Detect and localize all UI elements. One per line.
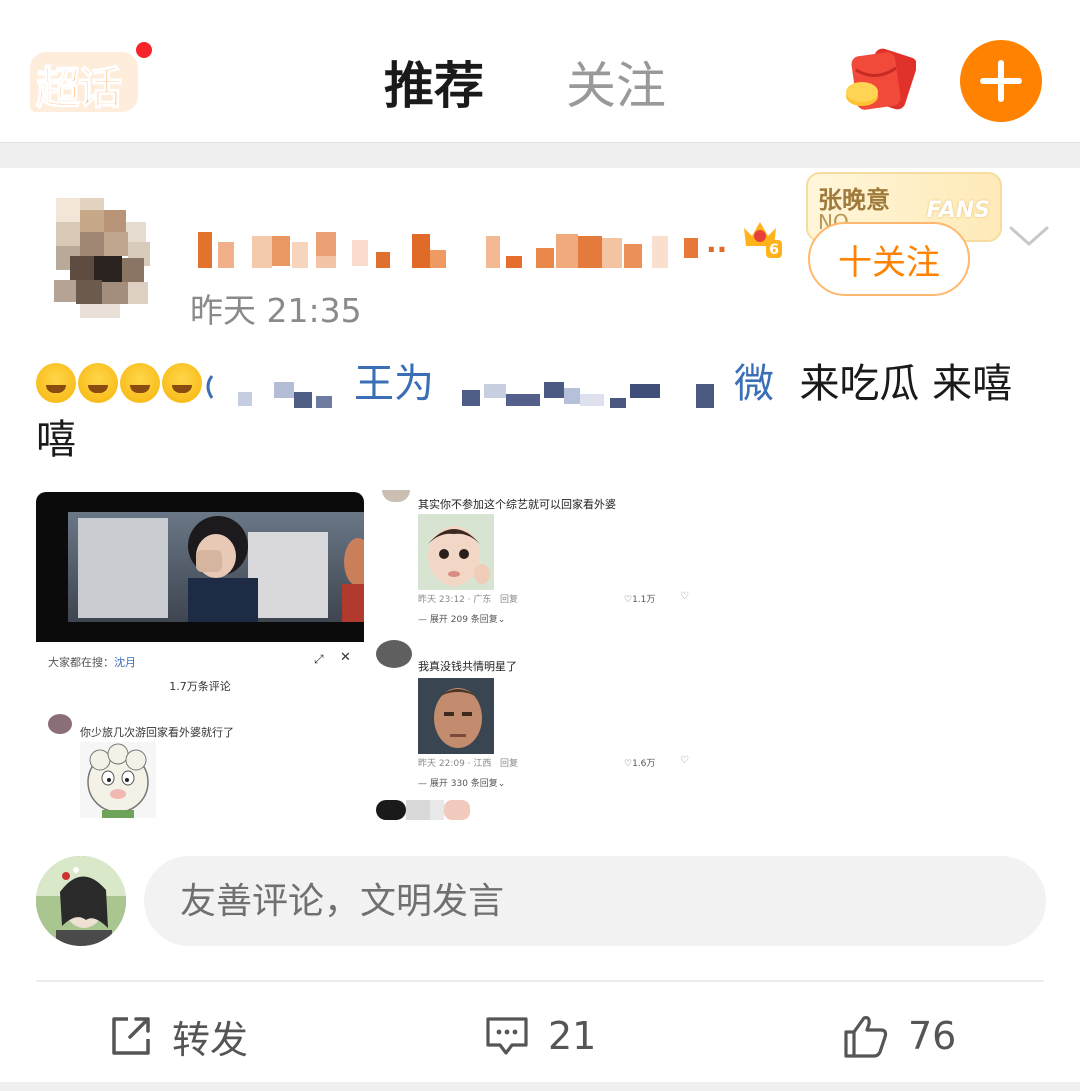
repost-button[interactable]: 转发 (108, 1008, 248, 1064)
author-name-ellipsis: .. (706, 226, 728, 259)
laugh-cry-emoji-icon (162, 363, 202, 403)
man-face-sticker (418, 678, 494, 754)
author-name-blurred[interactable] (196, 228, 736, 270)
tab-active-indicator (382, 115, 494, 128)
blurred-topic-text (206, 375, 332, 408)
supertopic-logo[interactable]: 超话 (30, 40, 154, 118)
expand-replies: — 展开 209 条回复⌄ (418, 615, 506, 625)
expand-icon: ⤢ (314, 652, 324, 666)
red-packet-icon[interactable] (840, 48, 916, 114)
comment-panel: 大家都在搜：沈月 ⤢ ✕ 1.7万条评论 你少旅几次游回家看外婆就行了 (36, 642, 364, 818)
like-count: 76 (908, 1014, 957, 1058)
chevron-down-icon[interactable] (1008, 224, 1050, 248)
comment-meta: 昨天 22:09 · 江西 回复 (418, 759, 518, 769)
topic-visible-text: 王为 (354, 361, 434, 407)
blurred-commenter (376, 800, 470, 820)
comment-icon (486, 1017, 528, 1055)
video-frame (36, 492, 364, 642)
logo-text: 超话 (35, 62, 123, 115)
like-button[interactable]: 76 (842, 1008, 956, 1064)
post-content[interactable]: 王为 微 来吃瓜 来嘻嘻 (36, 356, 1046, 468)
post-image-2[interactable]: 其实你不参加这个综艺就可以回家看外婆 昨天 23:12 · 广东 回复 ♡1.1… (376, 490, 706, 822)
post-time: 昨天 21:35 (190, 291, 362, 330)
fans-badge-word: FANS (926, 198, 990, 223)
repost-label: 转发 (172, 1017, 249, 1062)
comment-meta: 昨天 23:12 · 广东 回复 (418, 595, 518, 605)
video-still (78, 516, 364, 622)
section-separator (0, 142, 1080, 168)
laugh-cry-emoji-icon (36, 363, 76, 403)
top-bar: 超话 推荐 关注 (0, 0, 1080, 142)
baby-face-sticker (418, 514, 494, 590)
commenter-avatar (376, 640, 412, 668)
tab-following-label: 关注 (566, 57, 666, 115)
vip-level: 6 (769, 242, 779, 258)
comment-text: 我真没钱共情明星了 (418, 660, 517, 673)
commenter-avatar (48, 714, 72, 734)
blurred-topic-text (462, 382, 714, 408)
expand-replies: — 展开 330 条回复⌄ (418, 779, 506, 789)
vip-crown-icon: 6 (744, 222, 782, 258)
laugh-cry-emoji-icon (78, 363, 118, 403)
close-icon: ✕ (340, 650, 351, 665)
create-post-button[interactable] (960, 40, 1042, 122)
comment-count: 21 (548, 1014, 597, 1058)
notification-dot (134, 40, 154, 60)
comment-input[interactable] (144, 856, 1046, 946)
tab-recommend[interactable]: 推荐 (382, 46, 494, 128)
topic-visible-text: 微 (734, 361, 774, 407)
search-hint: 大家都在搜：沈月 (48, 656, 136, 669)
dislike-icon: ♡ (680, 755, 689, 766)
author-avatar[interactable] (40, 182, 164, 322)
bottom-separator (0, 1082, 1080, 1091)
follow-button[interactable]: 十关注 (808, 222, 970, 296)
comment-likes: ♡1.1万 (624, 595, 656, 605)
tab-recommend-label: 推荐 (384, 57, 484, 115)
comment-text: 你少旅几次游回家看外婆就行了 (80, 726, 234, 739)
repost-icon (112, 1017, 150, 1055)
thumbs-up-icon (844, 1016, 888, 1058)
comment-text: 其实你不参加这个综艺就可以回家看外婆 (418, 498, 616, 511)
post-image-1[interactable]: 大家都在搜：沈月 ⤢ ✕ 1.7万条评论 你少旅几次游回家看外婆就行了 (36, 492, 364, 818)
dislike-icon: ♡ (680, 591, 689, 602)
divider (36, 980, 1044, 982)
commenter-avatar (382, 490, 410, 502)
my-avatar[interactable] (36, 856, 126, 946)
laugh-cry-emoji-icon (120, 363, 160, 403)
comment-likes: ♡1.6万 (624, 759, 656, 769)
sheep-sticker (80, 742, 156, 818)
comment-button[interactable]: 21 (484, 1008, 596, 1064)
tab-following[interactable]: 关注 (566, 46, 666, 118)
comment-count: 1.7万条评论 (169, 680, 231, 693)
